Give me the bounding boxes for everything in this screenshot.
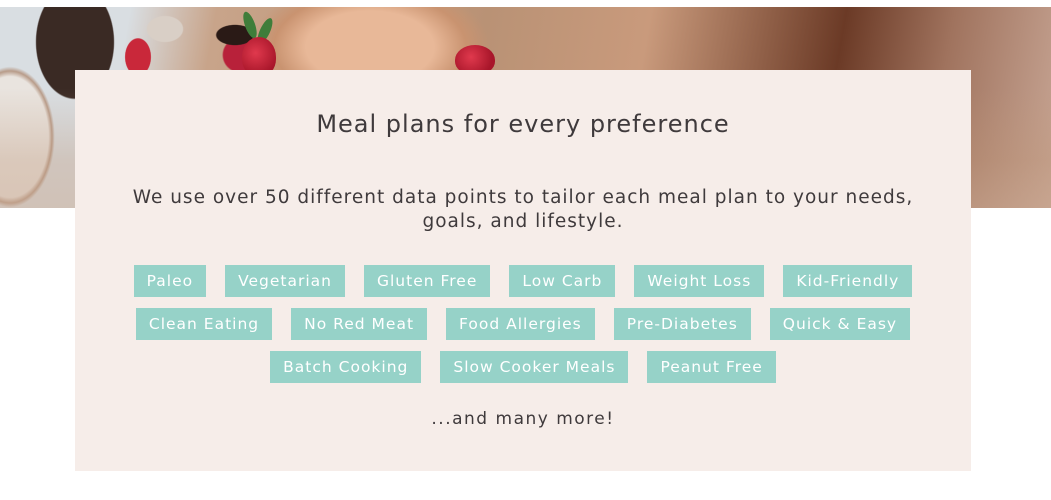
tag-vegetarian[interactable]: Vegetarian	[225, 265, 345, 297]
tag-weight-loss[interactable]: Weight Loss	[634, 265, 765, 297]
tag-clean-eating[interactable]: Clean Eating	[135, 308, 273, 340]
tag-gluten-free[interactable]: Gluten Free	[363, 265, 491, 297]
tag-low-carb[interactable]: Low Carb	[509, 265, 616, 297]
section-title: Meal plans for every preference	[316, 110, 730, 138]
tag-row: Clean Eating No Red Meat Food Allergies …	[75, 308, 971, 340]
tag-batch-cooking[interactable]: Batch Cooking	[270, 351, 422, 383]
meal-plans-card: Meal plans for every preference We use o…	[75, 70, 971, 471]
and-many-more-text: ...and many more!	[431, 409, 615, 429]
tag-food-allergies[interactable]: Food Allergies	[446, 308, 595, 340]
strawberry-leaf	[240, 10, 260, 40]
tag-kid-friendly[interactable]: Kid-Friendly	[783, 265, 913, 297]
tag-paleo[interactable]: Paleo	[133, 265, 207, 297]
tag-slow-cooker-meals[interactable]: Slow Cooker Meals	[440, 351, 629, 383]
tag-row: Batch Cooking Slow Cooker Meals Peanut F…	[75, 351, 971, 383]
preference-tags: Paleo Vegetarian Gluten Free Low Carb We…	[75, 265, 971, 394]
tag-no-red-meat[interactable]: No Red Meat	[291, 308, 428, 340]
section-subtitle: We use over 50 different data points to …	[132, 187, 914, 232]
tag-quick-easy[interactable]: Quick & Easy	[769, 308, 911, 340]
tag-peanut-free[interactable]: Peanut Free	[647, 351, 776, 383]
tag-row: Paleo Vegetarian Gluten Free Low Carb We…	[75, 265, 971, 297]
tag-pre-diabetes[interactable]: Pre-Diabetes	[613, 308, 751, 340]
